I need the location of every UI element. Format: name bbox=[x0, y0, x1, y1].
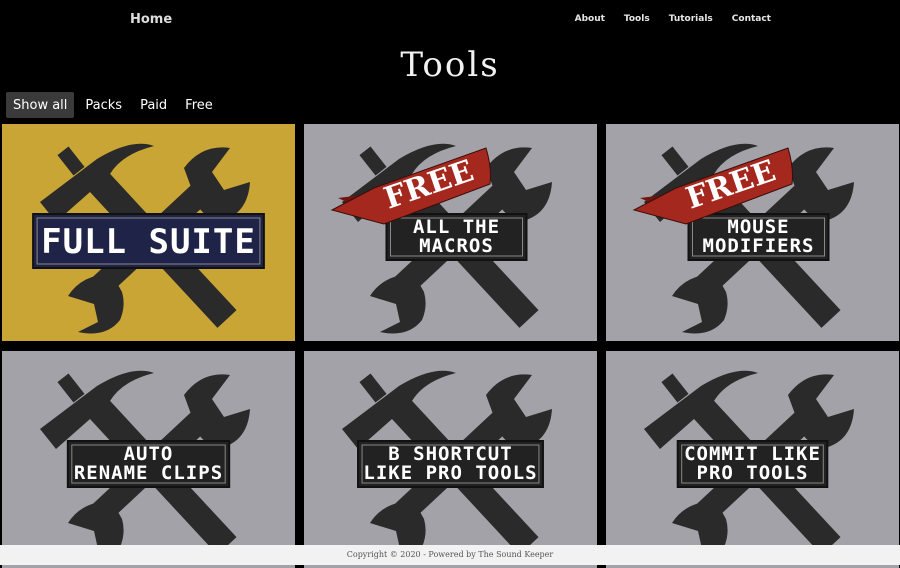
nav-links: About Tools Tutorials Contact bbox=[575, 14, 771, 24]
nav-link-tools[interactable]: Tools bbox=[624, 14, 650, 24]
tool-label-line: PRO TOOLS bbox=[697, 462, 809, 484]
tool-card-artwork: FULL SUITE bbox=[2, 124, 295, 341]
tool-card-b-shortcut[interactable]: B SHORTCUT LIKE PRO TOOLS bbox=[304, 351, 597, 568]
filter-show-all[interactable]: Show all bbox=[6, 92, 75, 118]
tool-card-all-the-macros[interactable]: ALL THE MACROS FREE bbox=[304, 124, 597, 341]
tool-label-line: LIKE PRO TOOLS bbox=[363, 462, 537, 484]
tool-label-line: MACROS bbox=[419, 235, 494, 257]
tool-card-mouse-modifiers[interactable]: MOUSE MODIFIERS FREE bbox=[606, 124, 899, 341]
tool-label-plate: COMMIT LIKEPRO TOOLS bbox=[676, 440, 829, 488]
tool-card-artwork: B SHORTCUTLIKE PRO TOOLS bbox=[304, 351, 597, 568]
tool-card-full-suite[interactable]: FULL SUITE bbox=[2, 124, 295, 341]
nav-link-contact[interactable]: Contact bbox=[732, 14, 771, 24]
footer-text: Copyright © 2020 - Powered by The Sound … bbox=[346, 550, 554, 559]
nav-link-about[interactable]: About bbox=[575, 14, 605, 24]
tool-label-line: MODIFIERS bbox=[703, 235, 815, 257]
tool-card-auto-rename-clips[interactable]: AUTO RENAME CLIPS bbox=[2, 351, 295, 568]
tool-label-plate: MOUSEMODIFIERS bbox=[687, 213, 830, 261]
tool-label-plate: ALL THEMACROS bbox=[385, 213, 528, 261]
tool-card-artwork: COMMIT LIKEPRO TOOLS bbox=[606, 351, 899, 568]
filter-paid[interactable]: Paid bbox=[133, 92, 174, 118]
filter-bar: Show all Packs Paid Free bbox=[6, 92, 220, 118]
footer: Copyright © 2020 - Powered by The Sound … bbox=[0, 545, 900, 565]
tool-label-line: RENAME CLIPS bbox=[74, 462, 223, 484]
nav-link-tutorials[interactable]: Tutorials bbox=[669, 14, 713, 24]
filter-packs[interactable]: Packs bbox=[78, 92, 129, 118]
tool-card-commit-like-pro-tools[interactable]: COMMIT LIKE PRO TOOLS bbox=[606, 351, 899, 568]
tool-card-artwork: ALL THEMACROSFREE bbox=[304, 124, 597, 341]
filter-free[interactable]: Free bbox=[178, 92, 220, 118]
tool-label-line: FULL SUITE bbox=[41, 222, 256, 262]
tool-card-artwork: MOUSEMODIFIERSFREE bbox=[606, 124, 899, 341]
home-link[interactable]: Home bbox=[130, 12, 172, 27]
tool-label-plate: B SHORTCUTLIKE PRO TOOLS bbox=[357, 440, 544, 488]
tool-label-plate: FULL SUITE bbox=[32, 213, 265, 269]
page-title: Tools bbox=[400, 45, 500, 85]
tool-label-plate: AUTORENAME CLIPS bbox=[66, 440, 231, 488]
top-navigation: Home About Tools Tutorials Contact bbox=[0, 0, 900, 40]
tool-card-artwork: AUTORENAME CLIPS bbox=[2, 351, 295, 568]
